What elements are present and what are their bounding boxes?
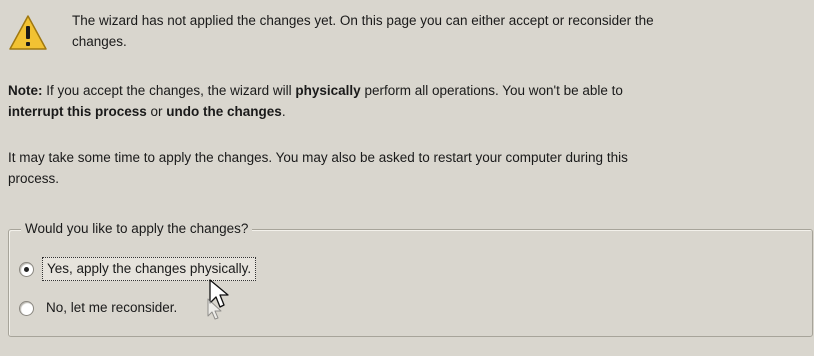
radio-yes-label[interactable]: Yes, apply the changes physically. [42, 257, 257, 281]
time-notice: It may take some time to apply the chang… [8, 147, 808, 189]
warning-text: The wizard has not applied the changes y… [72, 10, 812, 52]
note-bold-physically: physically [295, 83, 361, 98]
radio-button-yes[interactable] [19, 261, 34, 277]
note-text-4: . [281, 104, 286, 119]
radio-selected-dot [24, 266, 29, 272]
radio-yes-apply[interactable]: Yes, apply the changes physically. [19, 257, 257, 281]
note-label: Note: [8, 83, 43, 98]
note-text: Note: If you accept the changes, the wiz… [8, 80, 808, 122]
warning-line-2: changes. [72, 34, 127, 49]
warning-message: The wizard has not applied the changes y… [6, 10, 806, 66]
apply-changes-page: The wizard has not applied the changes y… [0, 0, 814, 356]
note-text-3: or [146, 104, 167, 119]
note-bold-undo: undo the changes [166, 104, 282, 119]
radio-button-no[interactable] [19, 300, 34, 316]
apply-changes-groupbox: Would you like to apply the changes? Yes… [8, 220, 813, 337]
radio-no-reconsider[interactable]: No, let me reconsider. [19, 296, 181, 320]
groupbox-legend: Would you like to apply the changes? [21, 220, 253, 238]
time-line-1: It may take some time to apply the chang… [8, 150, 628, 165]
radio-no-label[interactable]: No, let me reconsider. [42, 297, 181, 319]
warning-line-1: The wizard has not applied the changes y… [72, 13, 654, 28]
time-line-2: process. [8, 171, 60, 186]
cursor-trail-icon [207, 298, 222, 320]
note-text-2: perform all operations. You won't be abl… [360, 83, 623, 98]
warning-icon [9, 15, 47, 50]
note-bold-interrupt: interrupt this process [8, 104, 147, 119]
note-text-1: If you accept the changes, the wizard wi… [42, 83, 296, 98]
